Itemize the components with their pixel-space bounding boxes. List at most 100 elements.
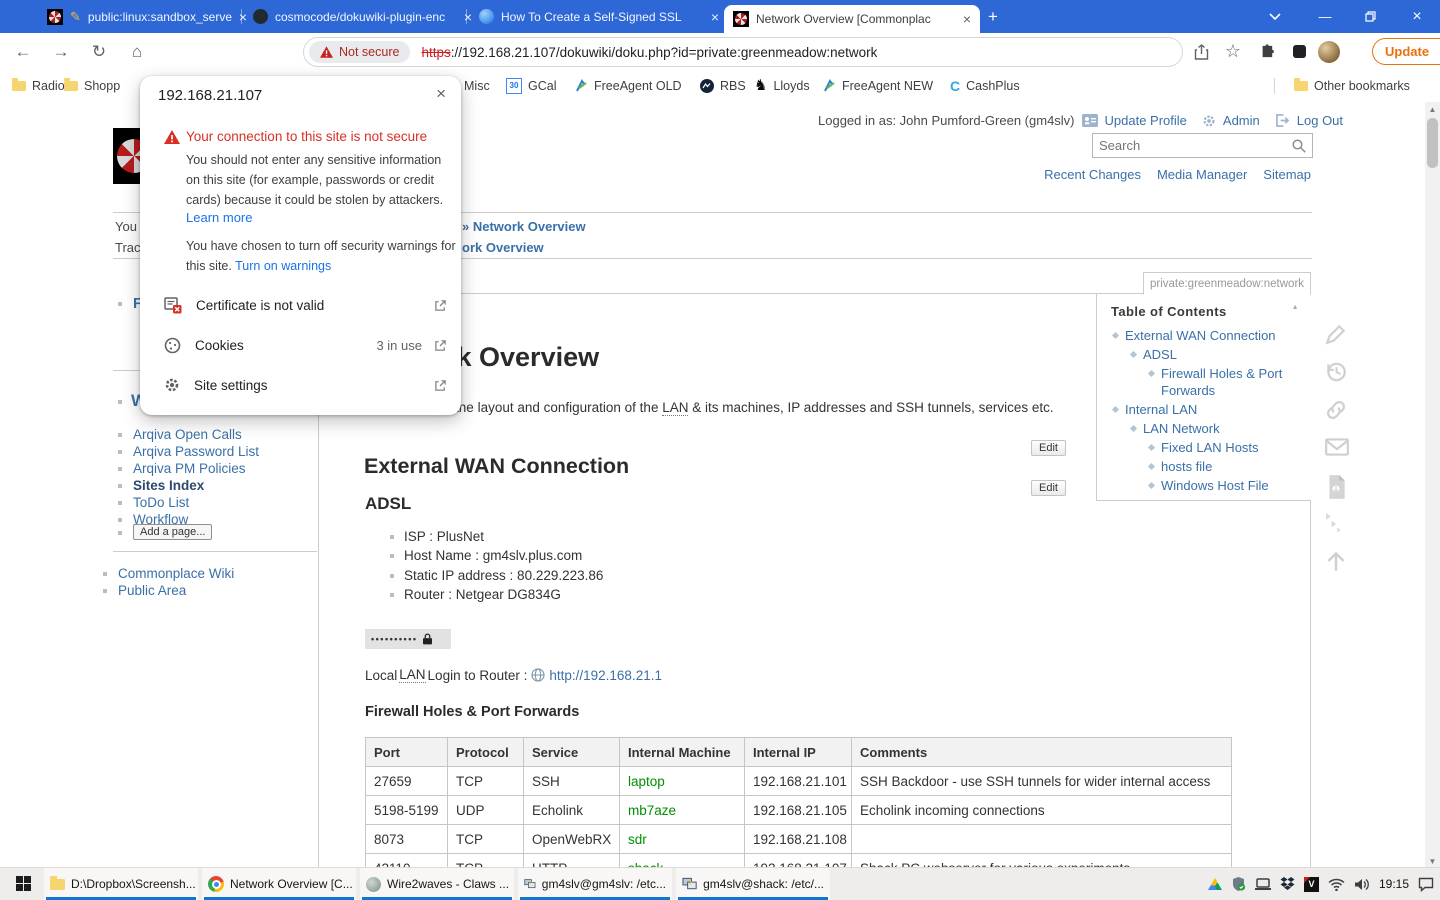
scrollbar-thumb[interactable]: [1427, 118, 1438, 168]
toc-collapse-icon[interactable]: ▲: [1292, 304, 1299, 319]
sidebar-item-todo-list[interactable]: ToDo List: [133, 495, 189, 510]
search-icon[interactable]: [1291, 138, 1307, 154]
machine-link[interactable]: mb7aze: [628, 803, 676, 818]
sidebar-item-sites-index-current[interactable]: Sites Index: [133, 478, 204, 493]
edit-section-button[interactable]: Edit: [1031, 480, 1066, 496]
start-button[interactable]: [16, 876, 31, 891]
mail-page-icon[interactable]: [1324, 436, 1350, 458]
tab-ssl-howto[interactable]: How To Create a Self-Signed SSL ×: [470, 0, 728, 33]
external-link-icon[interactable]: [434, 299, 447, 312]
recent-changes-link[interactable]: Recent Changes: [1044, 167, 1141, 182]
tab-search-chevron-icon[interactable]: [1258, 0, 1292, 33]
certificate-row[interactable]: Certificate is not valid: [164, 294, 447, 316]
tab-github[interactable]: cosmocode/dokuwiki-plugin-enc ×: [244, 0, 481, 33]
sidebar-item-arqiva-password-list[interactable]: Arqiva Password List: [133, 444, 259, 459]
toc-link-firewall-holes[interactable]: Firewall Holes & Port Forwards: [1161, 365, 1311, 399]
window-restore-button[interactable]: [1353, 0, 1387, 33]
hidden-password-box[interactable]: ••••••••••: [365, 629, 451, 649]
toc-link-hosts-file[interactable]: hosts file: [1161, 458, 1212, 475]
taskbar-button-putty-shack[interactable]: gm4slv@shack: /etc/...: [676, 868, 830, 900]
sitemap-link[interactable]: Sitemap: [1263, 167, 1311, 182]
taskbar-button-chrome[interactable]: Network Overview [C...: [202, 868, 356, 900]
share-icon[interactable]: [1186, 33, 1216, 70]
not-secure-chip[interactable]: Not secure: [309, 41, 410, 63]
toc-link-external-wan[interactable]: External WAN Connection: [1125, 327, 1276, 344]
logout-link[interactable]: Log Out: [1297, 113, 1343, 128]
bookmark-radio[interactable]: Radio: [12, 70, 65, 101]
search-input[interactable]: [1093, 138, 1291, 153]
export-pdf-icon[interactable]: [1324, 474, 1348, 500]
toc-link-lan-network[interactable]: LAN Network: [1143, 420, 1220, 437]
bookmark-gcal[interactable]: 30 GCal: [506, 70, 556, 101]
taskbar-button-claws-mail[interactable]: Wire2waves - Claws ...: [360, 868, 514, 900]
external-link-icon[interactable]: [434, 339, 447, 352]
sidebar-item-arqiva-pm-policies[interactable]: Arqiva PM Policies: [133, 461, 246, 476]
bookmark-star-icon[interactable]: ☆: [1218, 33, 1248, 70]
admin-link[interactable]: Admin: [1223, 113, 1260, 128]
cookies-row[interactable]: Cookies 3 in use: [164, 334, 447, 356]
wifi-icon[interactable]: [1328, 878, 1345, 891]
scrollbar-up-arrow[interactable]: ▲: [1425, 102, 1440, 116]
machine-link[interactable]: sdr: [628, 832, 647, 847]
sidebar-item-arqiva-open-calls[interactable]: Arqiva Open Calls: [133, 427, 242, 442]
sidebar-item-public-area[interactable]: Public Area: [118, 583, 186, 598]
dark-extension-icon[interactable]: [1284, 33, 1314, 70]
clock[interactable]: 19:15: [1379, 877, 1409, 891]
router-ip-link[interactable]: http://192.168.21.1: [549, 668, 662, 683]
tab-network-overview-active[interactable]: Network Overview [Commonplac ×: [724, 5, 980, 33]
toc-link-internal-lan[interactable]: Internal LAN: [1125, 401, 1197, 418]
backlinks-chain-icon[interactable]: [1324, 398, 1348, 422]
edit-page-pencil-icon[interactable]: [1324, 322, 1348, 346]
bookmark-freeagent-old[interactable]: FreeAgent OLD: [574, 70, 682, 101]
breadcrumb-current-link[interactable]: » Network Overview: [462, 219, 586, 234]
turn-on-warnings-link[interactable]: Turn on warnings: [235, 259, 331, 273]
tab-close-icon[interactable]: ×: [711, 9, 719, 25]
bookmark-lloyds[interactable]: ♞ Lloyds: [754, 70, 810, 101]
window-minimize-button[interactable]: —: [1308, 0, 1342, 33]
wiki-search-box[interactable]: [1092, 133, 1313, 158]
toc-link-adsl[interactable]: ADSL: [1143, 346, 1177, 363]
taskbar-button-explorer[interactable]: D:\Dropbox\Screensh...: [44, 868, 198, 900]
window-close-button[interactable]: ×: [1400, 0, 1434, 33]
volume-icon[interactable]: [1354, 878, 1370, 891]
back-to-top-icon[interactable]: [1324, 548, 1348, 574]
url-text[interactable]: https://192.168.21.107/dokuwiki/doku.php…: [421, 45, 877, 60]
page-history-icon[interactable]: [1324, 360, 1348, 384]
new-tab-button[interactable]: +: [982, 6, 1004, 28]
edit-section-button[interactable]: Edit: [1031, 440, 1066, 456]
machine-link[interactable]: laptop: [628, 774, 665, 789]
site-settings-row[interactable]: Site settings: [164, 374, 447, 396]
dropbox-icon[interactable]: [1280, 877, 1295, 891]
add-a-page-button[interactable]: Add a page...: [133, 524, 212, 540]
home-button[interactable]: ⌂: [122, 33, 152, 70]
forward-button[interactable]: →: [46, 33, 76, 70]
tab-close-icon[interactable]: ×: [963, 11, 971, 27]
toc-link-fixed-lan-hosts[interactable]: Fixed LAN Hosts: [1161, 439, 1259, 456]
google-drive-icon[interactable]: [1208, 878, 1222, 890]
update-profile-link[interactable]: Update Profile: [1105, 113, 1187, 128]
popup-close-icon[interactable]: ×: [436, 84, 446, 104]
sidebar-item-commonplace-wiki[interactable]: Commonplace Wiki: [118, 566, 234, 581]
scrollbar-down-arrow[interactable]: ▼: [1425, 854, 1440, 868]
reload-button[interactable]: ↻: [84, 33, 114, 70]
action-center-icon[interactable]: [1418, 877, 1434, 892]
media-manager-link[interactable]: Media Manager: [1157, 167, 1247, 182]
back-button[interactable]: ←: [8, 33, 38, 70]
external-link-icon[interactable]: [434, 379, 447, 392]
trace-current-link[interactable]: ork Overview: [462, 240, 544, 255]
taskbar-button-putty-gm4slv[interactable]: gm4slv@gm4slv: /etc...: [518, 868, 672, 900]
menu-dots-icon[interactable]: ⋮: [1436, 44, 1440, 60]
security-shield-icon[interactable]: [1231, 876, 1246, 892]
bookmark-misc[interactable]: Misc: [464, 70, 490, 101]
other-bookmarks-folder[interactable]: Other bookmarks: [1294, 70, 1410, 101]
extensions-puzzle-icon[interactable]: [1252, 33, 1282, 70]
fold-unfold-icon[interactable]: [1324, 512, 1346, 534]
page-scrollbar[interactable]: ▲ ▼: [1425, 102, 1440, 868]
profile-avatar[interactable]: [1314, 33, 1344, 70]
vnc-icon[interactable]: V: [1304, 877, 1319, 892]
update-chrome-button[interactable]: Update ⋮: [1372, 38, 1440, 65]
bookmark-shopping[interactable]: Shopp: [64, 70, 120, 101]
bookmark-cashplus[interactable]: C CashPlus: [950, 70, 1020, 101]
tab-sandbox-server[interactable]: ✎ public:linux:sandbox_server [C ×: [38, 0, 256, 33]
bookmark-rbs[interactable]: RBS: [700, 70, 746, 101]
